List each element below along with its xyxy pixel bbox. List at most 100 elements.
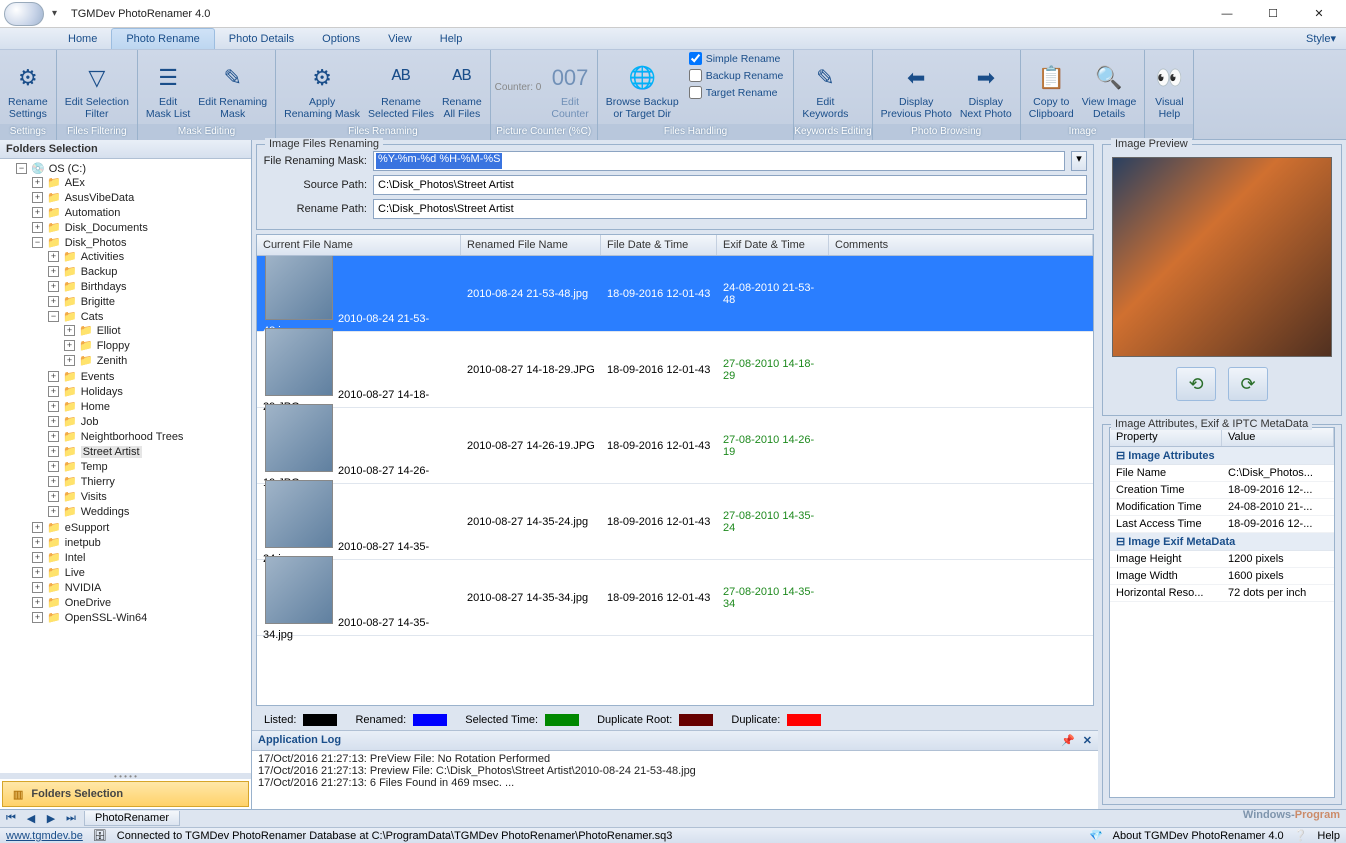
mask-dropdown-button[interactable]: ▾ — [1071, 151, 1087, 171]
tree-node[interactable]: +📁Neightborhood Trees — [48, 430, 251, 443]
nav-last-icon[interactable]: ⏭ — [64, 812, 78, 825]
nav-prev-icon[interactable]: ◀ — [24, 812, 38, 825]
metadata-table[interactable]: Property Value ⊟ Image Attributes File N… — [1109, 427, 1335, 798]
ribbon-button[interactable]: 👀VisualHelp — [1149, 52, 1189, 122]
expand-icon[interactable]: − — [16, 163, 27, 174]
ribbon-button[interactable]: ⬅DisplayPrevious Photo — [877, 52, 956, 122]
col-renamed[interactable]: Renamed File Name — [461, 235, 601, 255]
expand-icon[interactable]: + — [48, 251, 59, 262]
folder-tree[interactable]: −💿OS (C:)+📁AEx +📁AsusVibeData +📁Automation… — [0, 159, 251, 773]
tree-node[interactable]: +📁Automation — [32, 206, 251, 219]
col-exifdate[interactable]: Exif Date & Time — [717, 235, 829, 255]
nav-next-icon[interactable]: ▶ — [44, 812, 58, 825]
table-row[interactable]: 2010-08-24 21-53-48.jpg2010-08-24 21-53-… — [257, 256, 1093, 332]
tree-node[interactable]: +📁Brigitte — [48, 295, 251, 308]
expand-icon[interactable]: + — [32, 222, 43, 233]
style-dropdown[interactable]: Style ▾ — [1296, 28, 1346, 49]
expand-icon[interactable]: + — [64, 325, 75, 336]
tree-node[interactable]: +📁Intel — [32, 551, 251, 564]
status-about[interactable]: About TGMDev PhotoRenamer 4.0 — [1113, 830, 1284, 842]
rotate-left-button[interactable]: ⟲ — [1176, 367, 1216, 401]
table-row[interactable]: 2010-08-27 14-26-19.JPG2010-08-27 14-26-… — [257, 408, 1093, 484]
tree-node[interactable]: +📁Weddings — [48, 505, 251, 518]
tab-photo-details[interactable]: Photo Details — [215, 28, 308, 49]
property-row[interactable]: Creation Time18-09-2016 12-... — [1110, 482, 1334, 499]
tree-node[interactable]: +📁Visits — [48, 490, 251, 503]
property-row[interactable]: Horizontal Reso...72 dots per inch — [1110, 585, 1334, 602]
minimize-button[interactable]: — — [1204, 0, 1250, 28]
applog-pin-icon[interactable]: 📌 — [1061, 734, 1075, 747]
col-comments[interactable]: Comments — [829, 235, 1093, 255]
expand-icon[interactable]: + — [48, 401, 59, 412]
expand-icon[interactable]: + — [32, 522, 43, 533]
meta-col-property[interactable]: Property — [1110, 428, 1222, 446]
col-current[interactable]: Current File Name — [257, 235, 461, 255]
tree-node[interactable]: +📁Backup — [48, 265, 251, 278]
ribbon-button[interactable]: ᴬᴮRenameAll Files — [438, 52, 486, 122]
nav-first-icon[interactable]: ⏮ — [4, 812, 18, 825]
qat-dropdown-icon[interactable]: ▾ — [52, 8, 57, 19]
expand-icon[interactable]: + — [48, 446, 59, 457]
table-row[interactable]: 2010-08-27 14-35-34.jpg2010-08-27 14-35-… — [257, 560, 1093, 636]
expand-icon[interactable]: − — [32, 237, 43, 248]
status-help[interactable]: Help — [1317, 830, 1340, 842]
property-row[interactable]: File NameC:\Disk_Photos... — [1110, 465, 1334, 482]
ribbon-button[interactable]: ⚙ApplyRenaming Mask — [280, 52, 364, 122]
table-row[interactable]: 2010-08-27 14-18-29.JPG2010-08-27 14-18-… — [257, 332, 1093, 408]
status-url[interactable]: www.tgmdev.be — [6, 830, 83, 842]
tree-node[interactable]: +📁Holidays — [48, 385, 251, 398]
application-log[interactable]: 17/Oct/2016 21:27:13: PreView File: No R… — [252, 751, 1098, 809]
ribbon-button[interactable]: ⚙RenameSettings — [4, 52, 52, 122]
expand-icon[interactable]: + — [32, 567, 43, 578]
expand-icon[interactable]: + — [48, 371, 59, 382]
maximize-button[interactable]: ☐ — [1250, 0, 1296, 28]
tab-help[interactable]: Help — [426, 28, 477, 49]
tree-node[interactable]: +📁inetpub — [32, 536, 251, 549]
close-button[interactable]: ✕ — [1296, 0, 1342, 28]
expand-icon[interactable]: + — [48, 461, 59, 472]
tab-photo-rename[interactable]: Photo Rename — [111, 28, 214, 49]
tree-node[interactable]: +📁AsusVibeData — [32, 191, 251, 204]
ribbon-button[interactable]: ➡DisplayNext Photo — [956, 52, 1016, 122]
tree-node[interactable]: +📁Elliot — [64, 324, 251, 337]
expand-icon[interactable]: + — [32, 207, 43, 218]
ribbon-button[interactable]: 📋Copy toClipboard — [1025, 52, 1078, 122]
tree-node[interactable]: +📁Street Artist — [48, 445, 251, 458]
expand-icon[interactable]: + — [48, 266, 59, 277]
expand-icon[interactable]: + — [48, 281, 59, 292]
property-row[interactable]: Modification Time24-08-2010 21-... — [1110, 499, 1334, 516]
tree-node[interactable]: +📁NVIDIA — [32, 581, 251, 594]
tree-node[interactable]: +📁AEx — [32, 176, 251, 189]
expand-icon[interactable]: + — [32, 192, 43, 203]
col-filedate[interactable]: File Date & Time — [601, 235, 717, 255]
folders-selection-button[interactable]: ▥ Folders Selection — [2, 781, 249, 807]
tree-node[interactable]: +📁Job — [48, 415, 251, 428]
tree-node[interactable]: +📁Home — [48, 400, 251, 413]
source-path-input[interactable] — [373, 175, 1087, 195]
property-row[interactable]: Image Width1600 pixels — [1110, 568, 1334, 585]
tab-view[interactable]: View — [374, 28, 426, 49]
tree-node[interactable]: +📁OneDrive — [32, 596, 251, 609]
expand-icon[interactable]: + — [64, 355, 75, 366]
expand-icon[interactable]: + — [48, 296, 59, 307]
tree-node[interactable]: +📁Zenith — [64, 354, 251, 367]
expand-icon[interactable]: + — [64, 340, 75, 351]
expand-icon[interactable]: − — [48, 311, 59, 322]
tab-options[interactable]: Options — [308, 28, 374, 49]
tree-node[interactable]: +📁OpenSSL-Win64 — [32, 611, 251, 624]
bottom-tab[interactable]: PhotoRenamer — [84, 811, 180, 826]
expand-icon[interactable]: + — [32, 582, 43, 593]
ribbon-checkbox[interactable]: Backup Rename — [689, 69, 784, 82]
table-row[interactable]: 2010-08-27 14-35-24.jpg2010-08-27 14-35-… — [257, 484, 1093, 560]
rename-path-input[interactable] — [373, 199, 1087, 219]
tree-node[interactable]: −📁Disk_Photos — [32, 236, 251, 249]
tree-node[interactable]: +📁Floppy — [64, 339, 251, 352]
ribbon-button[interactable]: 🌐Browse Backupor Target Dir — [602, 52, 683, 122]
tree-node[interactable]: +📁Temp — [48, 460, 251, 473]
tree-node[interactable]: −💿OS (C:) — [16, 162, 251, 175]
expand-icon[interactable]: + — [48, 506, 59, 517]
mask-input[interactable]: %Y-%m-%d %H-%M-%S — [376, 153, 502, 169]
expand-icon[interactable]: + — [48, 431, 59, 442]
tree-node[interactable]: +📁Thierry — [48, 475, 251, 488]
applog-close-icon[interactable]: ✕ — [1083, 734, 1092, 747]
